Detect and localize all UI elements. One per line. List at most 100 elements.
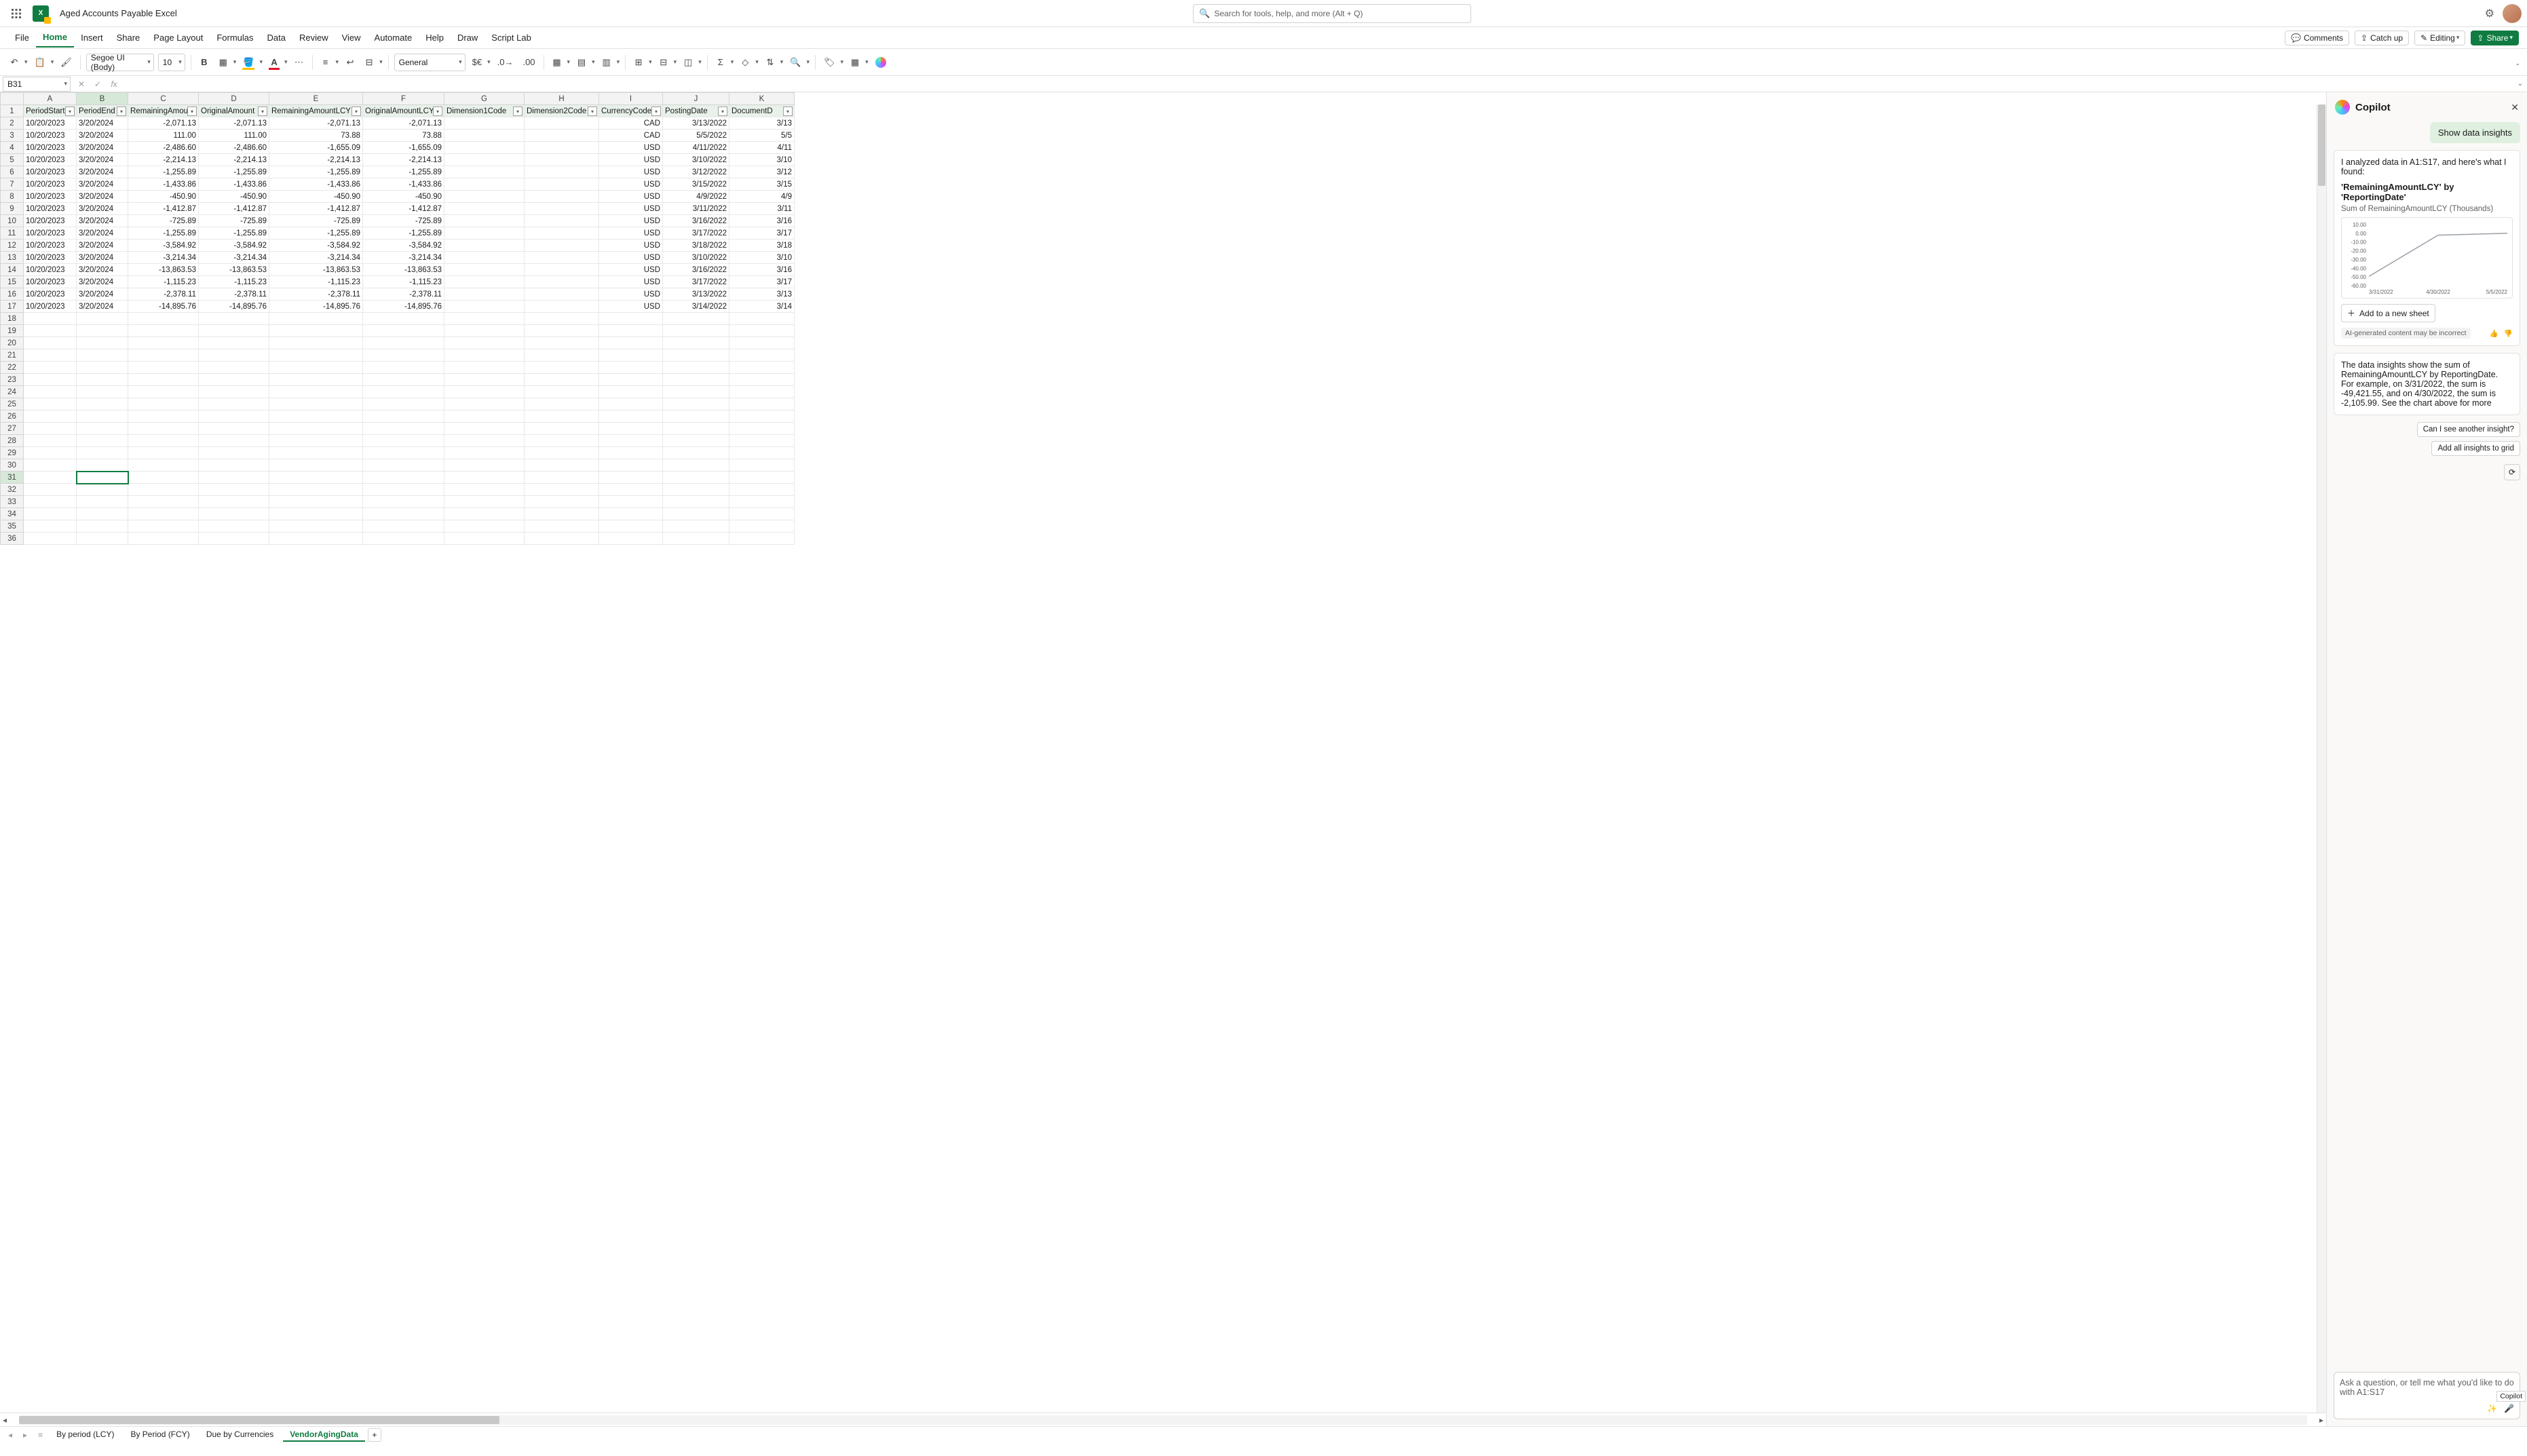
cell[interactable]	[729, 349, 795, 362]
cell[interactable]	[269, 325, 363, 337]
cell[interactable]	[444, 325, 525, 337]
cell[interactable]	[663, 374, 729, 386]
row-header-34[interactable]: 34	[1, 508, 24, 520]
cell[interactable]: 3/20/2024	[77, 301, 128, 313]
cell[interactable]: -725.89	[269, 215, 363, 227]
cell[interactable]	[269, 337, 363, 349]
cell[interactable]: 10/20/2023	[24, 252, 77, 264]
select-all-corner[interactable]	[1, 93, 24, 105]
cell[interactable]: -13,863.53	[269, 264, 363, 276]
cell[interactable]	[363, 325, 444, 337]
comments-button[interactable]: 💬Comments	[2285, 31, 2349, 45]
cell[interactable]	[269, 459, 363, 472]
cell[interactable]: -2,071.13	[128, 117, 199, 130]
cell[interactable]	[77, 472, 128, 484]
catch-up-button[interactable]: ⇪Catch up	[2355, 31, 2409, 45]
cell[interactable]	[525, 533, 599, 545]
menu-tab-data[interactable]: Data	[261, 28, 292, 47]
cell[interactable]	[525, 142, 599, 154]
cell[interactable]: 10/20/2023	[24, 288, 77, 301]
cell[interactable]	[599, 459, 663, 472]
cell[interactable]	[363, 484, 444, 496]
row-header-31[interactable]: 31	[1, 472, 24, 484]
cell[interactable]: 10/20/2023	[24, 215, 77, 227]
cell[interactable]: 3/20/2024	[77, 240, 128, 252]
refresh-suggestions-button[interactable]: ⟳	[2504, 464, 2520, 480]
cell[interactable]: 3/20/2024	[77, 276, 128, 288]
vertical-scrollbar[interactable]	[2317, 104, 2326, 1413]
row-header-22[interactable]: 22	[1, 362, 24, 374]
column-header-G[interactable]: G	[444, 93, 525, 105]
cell[interactable]: -2,378.11	[363, 288, 444, 301]
cell[interactable]	[363, 459, 444, 472]
cell[interactable]: 3/20/2024	[77, 130, 128, 142]
cell[interactable]	[599, 374, 663, 386]
cell[interactable]	[729, 423, 795, 435]
cell[interactable]	[444, 337, 525, 349]
cell[interactable]: -3,584.92	[128, 240, 199, 252]
cell-styles-button[interactable]: ▥	[599, 54, 614, 71]
ribbon-collapse-icon[interactable]: ⌄	[2515, 60, 2520, 66]
cell[interactable]: -13,863.53	[199, 264, 269, 276]
cell[interactable]: 3/20/2024	[77, 178, 128, 191]
cell[interactable]	[199, 520, 269, 533]
share-button[interactable]: ⇪Share▾	[2471, 31, 2519, 45]
table-header-cell[interactable]: OriginalAmountLCY▾	[363, 105, 444, 117]
cell[interactable]	[444, 472, 525, 484]
cell[interactable]	[24, 435, 77, 447]
filter-icon[interactable]: ▾	[651, 107, 661, 116]
row-header-8[interactable]: 8	[1, 191, 24, 203]
cell[interactable]	[77, 313, 128, 325]
sheet-tab-by-period-lcy-[interactable]: By period (LCY)	[50, 1428, 121, 1442]
cell[interactable]: USD	[599, 203, 663, 215]
cell[interactable]: USD	[599, 240, 663, 252]
row-header-1[interactable]: 1	[1, 105, 24, 117]
cell[interactable]	[269, 386, 363, 398]
cell[interactable]	[525, 459, 599, 472]
cell[interactable]	[525, 496, 599, 508]
cell[interactable]: 3/18/2022	[663, 240, 729, 252]
cell[interactable]: USD	[599, 142, 663, 154]
formula-bar-input[interactable]	[122, 77, 2513, 92]
cell[interactable]	[525, 154, 599, 166]
cell[interactable]	[363, 508, 444, 520]
cell[interactable]: 3/17	[729, 276, 795, 288]
cell[interactable]	[199, 325, 269, 337]
cell[interactable]	[24, 313, 77, 325]
cell[interactable]	[663, 410, 729, 423]
cell[interactable]	[24, 520, 77, 533]
row-header-21[interactable]: 21	[1, 349, 24, 362]
row-header-15[interactable]: 15	[1, 276, 24, 288]
add-sheet-button[interactable]: +	[368, 1428, 381, 1442]
cell[interactable]	[199, 410, 269, 423]
filter-icon[interactable]: ▾	[352, 107, 361, 116]
cell[interactable]	[525, 117, 599, 130]
cell[interactable]: USD	[599, 252, 663, 264]
merge-button[interactable]: ⊟	[362, 54, 377, 71]
cell[interactable]: 3/12/2022	[663, 166, 729, 178]
cell[interactable]	[363, 374, 444, 386]
cell[interactable]	[128, 472, 199, 484]
cell[interactable]: 3/16/2022	[663, 264, 729, 276]
cell[interactable]: 3/12	[729, 166, 795, 178]
accounting-format-button[interactable]: $€	[470, 54, 484, 71]
cell[interactable]: -1,433.86	[128, 178, 199, 191]
cell[interactable]	[599, 398, 663, 410]
cell[interactable]	[24, 386, 77, 398]
cell[interactable]	[444, 313, 525, 325]
cell[interactable]: USD	[599, 264, 663, 276]
cell[interactable]	[24, 496, 77, 508]
format-table-button[interactable]: ▤	[574, 54, 589, 71]
row-header-6[interactable]: 6	[1, 166, 24, 178]
cell[interactable]	[199, 533, 269, 545]
cell[interactable]: -14,895.76	[269, 301, 363, 313]
cell[interactable]	[444, 459, 525, 472]
cell[interactable]	[199, 447, 269, 459]
cell[interactable]	[444, 276, 525, 288]
cell[interactable]: -1,655.09	[363, 142, 444, 154]
cell[interactable]	[269, 447, 363, 459]
row-header-24[interactable]: 24	[1, 386, 24, 398]
filter-icon[interactable]: ▾	[783, 107, 793, 116]
cell[interactable]: 73.88	[269, 130, 363, 142]
cell[interactable]	[444, 362, 525, 374]
